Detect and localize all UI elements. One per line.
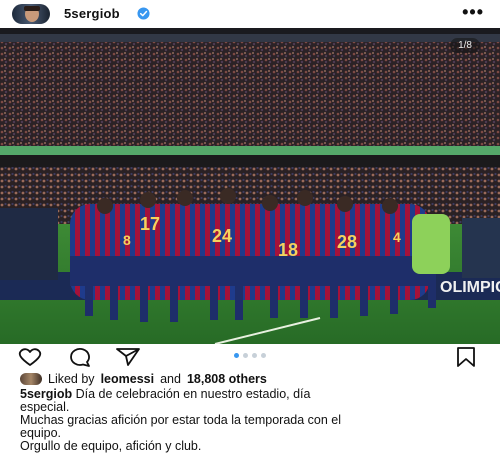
post-photo[interactable]: OLIMPIC 17 8 24 18	[0, 28, 500, 344]
avatar[interactable]	[20, 373, 42, 385]
caption-line: Día de celebración en nuestro estadio, d…	[75, 388, 311, 401]
post-username[interactable]: 5sergiob	[64, 6, 120, 21]
carousel-dot[interactable]	[252, 353, 257, 358]
comment-icon[interactable]	[66, 347, 94, 367]
jersey-number: 24	[212, 226, 232, 246]
jersey-number: 4	[393, 229, 401, 245]
likes-prefix: Liked by	[48, 372, 95, 386]
jersey-number: 28	[337, 232, 357, 252]
caption-line: Muchas gracias afición por estar toda la…	[20, 414, 342, 427]
likes-middle: and	[160, 372, 181, 386]
heart-icon[interactable]	[16, 347, 44, 367]
image-counter: 1/8	[450, 38, 480, 53]
caption-line: Orgullo de equipo, afición y club.	[20, 440, 202, 453]
post-caption: 5sergiob Día de celebración en nuestro e…	[20, 388, 490, 453]
carousel-dot[interactable]	[234, 353, 239, 358]
verified-icon	[137, 7, 150, 20]
carousel-dot[interactable]	[261, 353, 266, 358]
avatar[interactable]	[12, 4, 50, 24]
bookmark-icon[interactable]	[452, 347, 480, 367]
post-header: 5sergiob •••	[0, 0, 500, 28]
likes-summary: Liked by leomessi and 18,808 others	[20, 371, 267, 387]
carousel-indicator	[234, 353, 266, 358]
action-bar	[0, 344, 500, 370]
caption-line: especial.	[20, 401, 70, 414]
likes-count-link[interactable]: 18,808 others	[187, 372, 267, 386]
caption-line: equipo.	[20, 427, 62, 440]
jersey-number: 18	[278, 240, 298, 260]
banner-text: OLIMPIC	[440, 279, 500, 296]
share-icon[interactable]	[114, 347, 142, 367]
carousel-dot[interactable]	[243, 353, 248, 358]
caption-username[interactable]: 5sergiob	[20, 388, 72, 401]
more-icon[interactable]: •••	[462, 3, 484, 21]
jersey-number: 8	[123, 232, 131, 248]
liked-by-user-link[interactable]: leomessi	[101, 372, 155, 386]
jersey-number: 17	[140, 214, 160, 234]
